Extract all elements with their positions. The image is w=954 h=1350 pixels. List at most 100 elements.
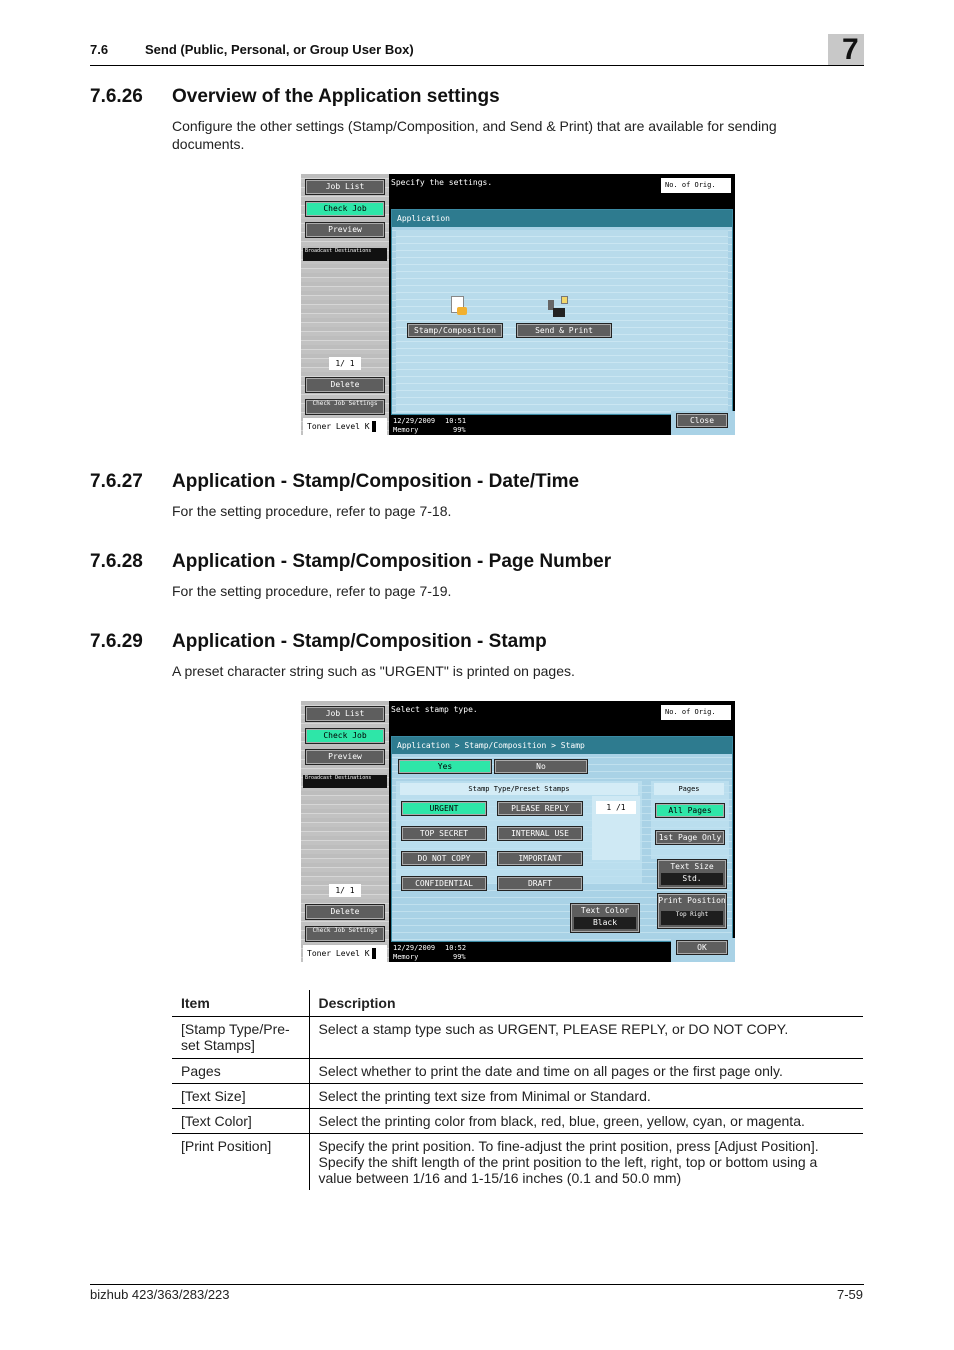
page-counter: 1/ 1 <box>329 357 361 370</box>
print-position-button[interactable]: Print Position Top Right <box>657 893 727 929</box>
main-area: Application > Stamp/Composition > Stamp … <box>391 736 733 942</box>
originals-label: No. of Orig. <box>665 708 716 716</box>
toner-level: Toner Level K <box>303 418 387 435</box>
ok-area: OK <box>671 938 735 962</box>
settings-table: Item Description [Stamp Type/Pre-set Sta… <box>172 990 863 1190</box>
toner-bar <box>371 421 376 432</box>
table-row: Pages Select whether to print the date a… <box>172 1058 863 1084</box>
stamp-composition-icon <box>448 296 468 318</box>
description-cell: Select whether to print the date and tim… <box>309 1058 863 1084</box>
function-area: Stamp/Composition Send & Print <box>396 230 728 412</box>
left-panel: Job List Check Job Preview Broadcast Des… <box>301 701 389 962</box>
broadcast-destinations-label: Broadcast Destinations <box>303 248 387 261</box>
item-cell: [Text Color] <box>172 1108 310 1134</box>
breadcrumb: Application <box>392 210 732 227</box>
screen-message: Specify the settings. <box>391 178 493 187</box>
preview-button[interactable]: Preview <box>305 222 385 238</box>
first-page-only-button[interactable]: 1st Page Only <box>655 830 725 845</box>
print-position-value: Top Right <box>661 911 723 925</box>
close-area: Close <box>671 411 735 435</box>
check-job-settings-button[interactable]: Check Job Settings <box>305 926 385 942</box>
toner-level: Toner Level K <box>303 945 387 962</box>
no-button[interactable]: No <box>494 759 588 774</box>
job-list-button[interactable]: Job List <box>305 179 385 195</box>
stamp-page-indicator: 1 /1 <box>596 801 636 814</box>
table-row: [Text Color] Select the printing color f… <box>172 1108 863 1134</box>
all-pages-button[interactable]: All Pages <box>655 803 725 818</box>
section-text-7-6-29: A preset character string such as "URGEN… <box>172 663 575 679</box>
stamp-panel-title: Stamp Type/Preset Stamps <box>400 783 638 795</box>
chapter-number: 7 <box>842 33 859 66</box>
stamp-composition-button[interactable]: Stamp/Composition <box>407 323 503 338</box>
header-section-number: 7.6 <box>90 42 109 57</box>
table-header-row: Item Description <box>172 990 863 1017</box>
section-text-7-6-26: Configure the other settings (Stamp/Comp… <box>172 118 777 152</box>
text-color-label: Text Color <box>580 906 630 915</box>
stamp-page-area: 1 /1 <box>592 796 640 860</box>
originals-counter: No. of Orig. 000 <box>661 705 731 732</box>
memory-value: 99% <box>453 426 466 434</box>
text-color-button[interactable]: Text Color Black <box>570 903 640 933</box>
stamp-important-button[interactable]: IMPORTANT <box>497 851 583 866</box>
footer-rule <box>90 1284 864 1285</box>
text-size-button[interactable]: Text Size Std. <box>657 859 727 889</box>
check-job-button[interactable]: Check Job <box>305 728 385 744</box>
header-rule <box>90 65 864 66</box>
stamp-urgent-button[interactable]: URGENT <box>401 801 487 816</box>
originals-label: No. of Orig. <box>665 181 716 189</box>
check-job-button[interactable]: Check Job <box>305 201 385 217</box>
section-text-7-6-28: For the setting procedure, refer to page… <box>172 583 452 599</box>
stamp-confidential-button[interactable]: CONFIDENTIAL <box>401 876 487 891</box>
print-position-label: Print Position <box>658 896 726 905</box>
time: 10:51 <box>445 417 467 425</box>
delete-button[interactable]: Delete <box>305 904 385 920</box>
stamp-draft-button[interactable]: DRAFT <box>497 876 583 891</box>
send-print-icon <box>548 296 568 318</box>
job-list-button[interactable]: Job List <box>305 706 385 722</box>
originals-counter: No. of Orig. 000 <box>661 178 731 205</box>
item-cell: [Stamp Type/Pre-set Stamps] <box>172 1016 310 1059</box>
ok-button[interactable]: OK <box>676 940 728 955</box>
pages-panel: Pages All Pages 1st Page Only <box>651 781 729 859</box>
left-panel: Job List Check Job Preview Broadcast Des… <box>301 174 389 435</box>
memory-value: 99% <box>453 953 466 961</box>
stamp-top-secret-button[interactable]: TOP SECRET <box>401 826 487 841</box>
preview-button[interactable]: Preview <box>305 749 385 765</box>
originals-value: 000 <box>712 723 727 732</box>
toner-level-label: Toner Level K <box>307 422 370 431</box>
memory-label: Memory <box>393 426 419 434</box>
yes-button[interactable]: Yes <box>398 759 492 774</box>
toner-level-label: Toner Level K <box>307 949 370 958</box>
toner-bar <box>371 948 376 959</box>
section-text-7-6-27: For the setting procedure, refer to page… <box>172 503 452 519</box>
item-cell: [Text Size] <box>172 1083 310 1109</box>
stamp-please-reply-button[interactable]: PLEASE REPLY <box>497 801 583 816</box>
item-cell: [Print Position] <box>172 1133 310 1190</box>
description-cell: Select the printing color from black, re… <box>309 1108 863 1134</box>
time: 10:52 <box>445 944 467 952</box>
close-button[interactable]: Close <box>676 413 728 428</box>
date: 12/29/2009 <box>393 944 436 952</box>
breadcrumb: Application > Stamp/Composition > Stamp <box>392 737 732 754</box>
table-row: [Stamp Type/Pre-set Stamps] Select a sta… <box>172 1016 863 1059</box>
footer-page-number: 7-59 <box>836 1287 863 1302</box>
screen-stamp: Job List Check Job Preview Broadcast Des… <box>301 701 735 962</box>
column-header-description: Description <box>309 990 863 1017</box>
text-size-value: Std. <box>661 873 723 885</box>
check-job-settings-button[interactable]: Check Job Settings <box>305 399 385 415</box>
main-area: Application Stamp/Composition Send & Pri… <box>391 209 733 415</box>
text-size-label: Text Size <box>670 862 714 871</box>
screen-application: Job List Check Job Preview Broadcast Des… <box>301 174 735 435</box>
memory-label: Memory <box>393 953 419 961</box>
text-color-value: Black <box>574 917 636 929</box>
stamp-internal-use-button[interactable]: INTERNAL USE <box>497 826 583 841</box>
delete-button[interactable]: Delete <box>305 377 385 393</box>
footer-model: bizhub 423/363/283/223 <box>90 1287 230 1302</box>
originals-value: 000 <box>712 196 727 205</box>
column-header-item: Item <box>172 990 310 1017</box>
header-section-title: Send (Public, Personal, or Group User Bo… <box>145 42 414 57</box>
status-bar: 12/29/2009 10:51 Memory 99% <box>391 415 691 435</box>
stamp-do-not-copy-button[interactable]: DO NOT COPY <box>401 851 487 866</box>
pages-title: Pages <box>654 783 724 795</box>
send-print-button[interactable]: Send & Print <box>516 323 612 338</box>
